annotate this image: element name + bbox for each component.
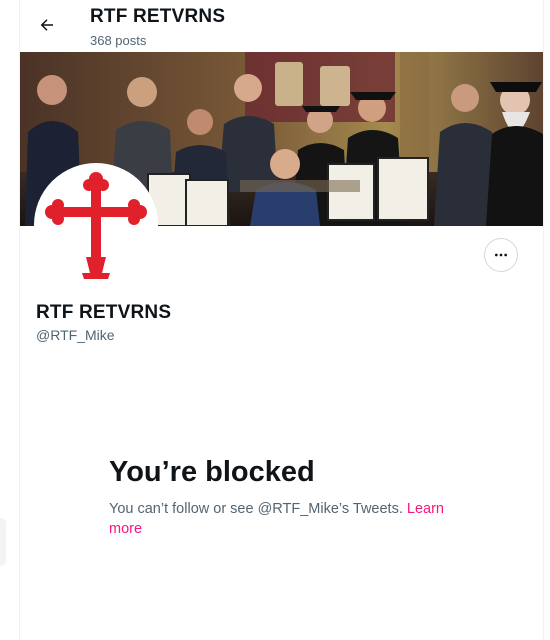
header-title: RTF RETVRNS [90,6,226,27]
blocked-title: You’re blocked [109,456,315,488]
profile-column: RTF RETVRNS 368 posts RTF RETVRNS @RTF_M… [19,0,544,640]
left-edge-handle [0,518,6,566]
blocked-notice: You’re blocked You can’t follow or see @… [109,455,469,539]
profile-header: RTF RETVRNS 368 posts [20,0,543,52]
more-horizontal-icon [495,253,507,257]
post-count: 368 posts [90,33,147,48]
arrow-left-icon [40,19,53,31]
back-button[interactable] [32,10,62,40]
blocked-message: You can’t follow or see @RTF_Mike’s Twee… [109,499,469,539]
profile-handle: @RTF_Mike [36,327,115,343]
blocked-body-text: You can’t follow or see @RTF_Mike’s Twee… [109,501,403,517]
red-cross-emblem [38,167,154,283]
more-options-button[interactable] [484,238,518,272]
profile-display-name: RTF RETVRNS [36,302,172,323]
profile-avatar[interactable] [34,163,158,287]
